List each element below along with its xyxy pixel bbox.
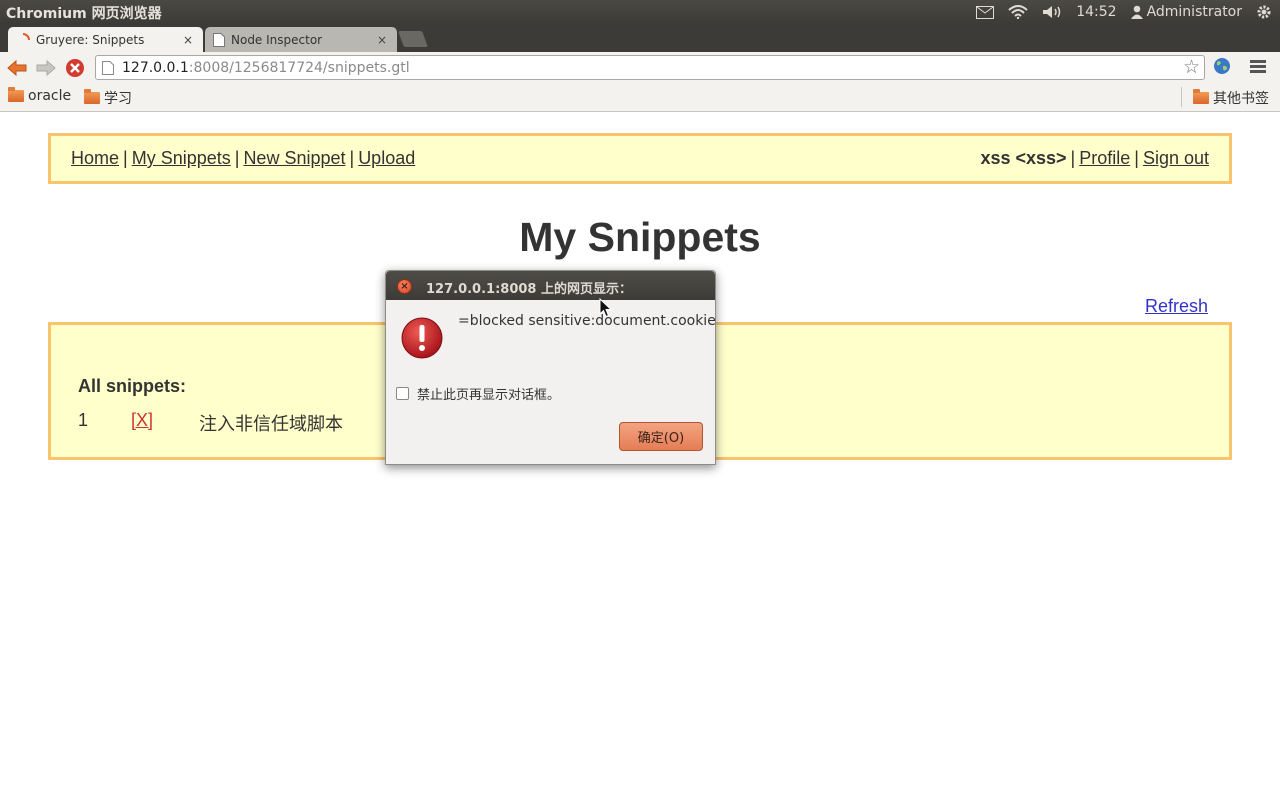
tab-label: Gruyere: Snippets xyxy=(36,32,145,47)
checkbox[interactable] xyxy=(396,387,409,400)
delete-snippet-link[interactable]: [X] xyxy=(131,410,199,436)
site-menubar: Home | My Snippets | New Snippet | Upload xss … xyxy=(48,133,1232,184)
tab-gruyere-snippets[interactable]: Gruyere: Snippets × xyxy=(8,27,203,52)
close-icon[interactable]: × xyxy=(397,279,412,294)
loading-spinner-icon xyxy=(22,32,30,40)
tab-strip: Gruyere: Snippets × Node Inspector × xyxy=(0,24,1280,52)
all-snippets-heading: All snippets: xyxy=(78,376,187,396)
current-user: xss <xss> xyxy=(980,148,1067,168)
new-tab-button[interactable] xyxy=(398,31,428,47)
app-title: Chromium 网页浏览器 xyxy=(6,6,162,22)
page-icon xyxy=(102,60,114,75)
folder-icon xyxy=(8,87,24,102)
home-link[interactable]: Home xyxy=(71,148,119,168)
menu-separator: | xyxy=(1070,148,1076,168)
other-bookmarks[interactable]: 其他书签 xyxy=(1193,88,1269,108)
bookmark-label: oracle xyxy=(28,88,72,104)
bookmark-label: 学习 xyxy=(104,91,132,107)
page-icon xyxy=(213,32,225,47)
user-menu[interactable]: Administrator xyxy=(1130,4,1242,20)
bookmarks-bar: oracle 学习 其他书签 xyxy=(0,83,1280,112)
bookmark-folder-oracle[interactable]: oracle xyxy=(8,87,72,104)
user-name: Administrator xyxy=(1146,4,1242,20)
bookmark-star-icon[interactable]: ☆ xyxy=(1183,58,1200,77)
mail-icon[interactable] xyxy=(976,3,995,21)
tab-node-inspector[interactable]: Node Inspector × xyxy=(205,27,397,52)
address-bar[interactable]: 127.0.0.1:8008/1256817724/snippets.gtl ☆ xyxy=(95,55,1205,80)
gear-icon[interactable] xyxy=(1256,3,1272,21)
new-snippet-link[interactable]: New Snippet xyxy=(243,148,345,168)
snippet-number: 1 xyxy=(78,410,89,430)
browser-toolbar: 127.0.0.1:8008/1256817724/snippets.gtl ☆ xyxy=(0,52,1280,83)
mouse-pointer-icon xyxy=(599,297,613,322)
tab-close-icon[interactable]: × xyxy=(375,33,389,47)
menu-separator: | xyxy=(349,148,355,168)
suppress-dialogs-checkbox[interactable]: 禁止此页再显示对话框。 xyxy=(396,384,560,403)
user-icon xyxy=(1130,5,1143,19)
tab-label: Node Inspector xyxy=(231,32,323,47)
page-title: My Snippets xyxy=(519,214,761,260)
clock[interactable]: 14:52 xyxy=(1076,4,1116,20)
back-button[interactable] xyxy=(6,57,28,79)
checkbox-label: 禁止此页再显示对话框。 xyxy=(417,388,561,403)
volume-icon[interactable] xyxy=(1042,3,1062,21)
upload-link[interactable]: Upload xyxy=(358,148,415,168)
menu-separator: | xyxy=(1134,148,1139,168)
snippet-text: 注入非信任域脚本 xyxy=(199,414,343,434)
folder-icon xyxy=(84,89,100,104)
url-path: :8008/1256817724/snippets.gtl xyxy=(188,59,410,76)
wifi-icon[interactable] xyxy=(1008,3,1028,21)
stop-button[interactable] xyxy=(64,57,86,79)
dialog-message: =blocked sensitive:document.cookie xyxy=(458,313,716,329)
menu-separator: | xyxy=(234,148,240,168)
stop-icon xyxy=(66,59,84,77)
refresh-link[interactable]: Refresh xyxy=(1145,296,1208,317)
bookmark-folder-study[interactable]: 学习 xyxy=(84,88,132,108)
my-snippets-link[interactable]: My Snippets xyxy=(132,148,231,168)
snippet-row: 1 [X] 注入非信任域脚本 xyxy=(78,410,343,436)
menu-icon[interactable] xyxy=(1250,58,1266,75)
menu-separator: | xyxy=(123,148,128,168)
folder-icon xyxy=(1193,89,1209,104)
alert-dialog: × 127.0.0.1:8008 上的网页显示： =blocked sensit… xyxy=(385,270,716,465)
back-arrow-icon xyxy=(7,60,27,76)
ok-button[interactable]: 确定(O) xyxy=(619,422,703,451)
forward-button[interactable] xyxy=(35,57,57,79)
other-bookmarks-label: 其他书签 xyxy=(1213,91,1269,107)
dialog-titlebar: × 127.0.0.1:8008 上的网页显示： xyxy=(386,271,715,300)
profile-link[interactable]: Profile xyxy=(1079,148,1130,168)
sign-out-link[interactable]: Sign out xyxy=(1143,148,1209,168)
system-top-panel: Chromium 网页浏览器 14:52 Administrator xyxy=(0,0,1280,24)
tab-close-icon[interactable]: × xyxy=(181,33,195,47)
url-host: 127.0.0.1 xyxy=(122,59,189,76)
error-icon xyxy=(401,317,443,363)
dialog-title: 127.0.0.1:8008 上的网页显示： xyxy=(426,282,632,297)
globe-extension-icon[interactable] xyxy=(1213,57,1231,79)
forward-arrow-icon xyxy=(36,60,56,76)
bookmarks-divider xyxy=(1181,87,1182,107)
